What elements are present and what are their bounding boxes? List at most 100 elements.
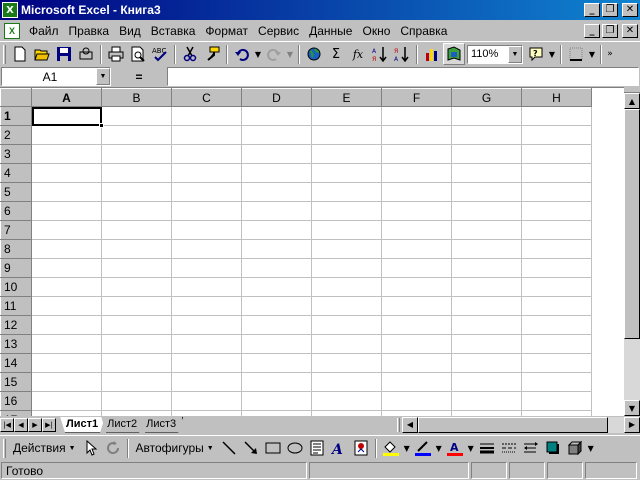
cell-f14[interactable] xyxy=(381,353,452,373)
row-header[interactable]: 10 xyxy=(0,277,32,297)
cell-b4[interactable] xyxy=(101,163,172,183)
workbook-icon[interactable]: X xyxy=(4,22,20,39)
cell-f1[interactable] xyxy=(381,106,452,126)
vertical-scrollbar[interactable]: ▲ ▼ xyxy=(624,87,640,416)
cell-c15[interactable] xyxy=(171,372,242,392)
cell-d16[interactable] xyxy=(241,391,312,411)
cell-f7[interactable] xyxy=(381,220,452,240)
cell-grid[interactable]: ABCDEFGH 1234567891011121314151617 xyxy=(0,88,592,416)
row-header[interactable]: 11 xyxy=(0,296,32,316)
cell-a6[interactable] xyxy=(31,201,102,221)
line-style-icon[interactable] xyxy=(476,437,498,459)
cell-c5[interactable] xyxy=(171,182,242,202)
arrow-icon[interactable] xyxy=(240,437,262,459)
vertical-scroll-thumb[interactable] xyxy=(624,109,640,339)
cell-a15[interactable] xyxy=(31,372,102,392)
cell-a11[interactable] xyxy=(31,296,102,316)
cell-g9[interactable] xyxy=(451,258,522,278)
row-header[interactable]: 12 xyxy=(0,315,32,335)
cell-g4[interactable] xyxy=(451,163,522,183)
font-color-dropdown-icon[interactable]: ▼ xyxy=(466,437,476,459)
oval-icon[interactable] xyxy=(284,437,306,459)
cell-e12[interactable] xyxy=(311,315,382,335)
cell-a3[interactable] xyxy=(31,144,102,164)
cell-e6[interactable] xyxy=(311,201,382,221)
excel-icon[interactable]: X xyxy=(2,2,18,18)
cell-h5[interactable] xyxy=(521,182,592,202)
cell-b6[interactable] xyxy=(101,201,172,221)
column-header-h[interactable]: H xyxy=(521,88,592,107)
menu-view[interactable]: Вид xyxy=(114,22,146,40)
cell-f9[interactable] xyxy=(381,258,452,278)
borders-icon[interactable] xyxy=(565,43,587,65)
chevron-down-icon[interactable]: ▼ xyxy=(96,68,110,85)
scroll-up-icon[interactable]: ▲ xyxy=(624,93,640,109)
cell-e3[interactable] xyxy=(311,144,382,164)
row-header[interactable]: 2 xyxy=(0,125,32,145)
borders-dropdown-icon[interactable]: ▼ xyxy=(587,43,597,65)
horizontal-scroll-thumb[interactable] xyxy=(418,416,608,433)
cell-a8[interactable] xyxy=(31,239,102,259)
toolbar-grip[interactable] xyxy=(3,438,6,458)
row-header[interactable]: 1 xyxy=(0,106,32,126)
first-sheet-icon[interactable]: |◀ xyxy=(0,417,14,432)
scroll-down-icon[interactable]: ▼ xyxy=(624,400,640,416)
cell-h3[interactable] xyxy=(521,144,592,164)
cell-a7[interactable] xyxy=(31,220,102,240)
cell-c11[interactable] xyxy=(171,296,242,316)
menu-window[interactable]: Окно xyxy=(357,22,395,40)
cell-b2[interactable] xyxy=(101,125,172,145)
cell-e1[interactable] xyxy=(311,106,382,126)
scroll-left-icon[interactable]: ◀ xyxy=(402,416,418,433)
cell-f15[interactable] xyxy=(381,372,452,392)
undo-icon[interactable] xyxy=(231,43,253,65)
cell-a4[interactable] xyxy=(31,163,102,183)
rectangle-icon[interactable] xyxy=(262,437,284,459)
new-icon[interactable] xyxy=(9,43,31,65)
cell-h13[interactable] xyxy=(521,334,592,354)
autoshapes-menu-button[interactable]: Автофигуры ▼ xyxy=(132,437,218,459)
formula-input[interactable] xyxy=(167,67,639,86)
menu-data[interactable]: Данные xyxy=(304,22,357,40)
cell-g13[interactable] xyxy=(451,334,522,354)
cell-h6[interactable] xyxy=(521,201,592,221)
print-preview-icon[interactable] xyxy=(127,43,149,65)
spelling-icon[interactable]: ABC xyxy=(149,43,171,65)
cell-g2[interactable] xyxy=(451,125,522,145)
cell-b1[interactable] xyxy=(101,106,172,126)
cell-d13[interactable] xyxy=(241,334,312,354)
cell-f16[interactable] xyxy=(381,391,452,411)
row-header[interactable]: 7 xyxy=(0,220,32,240)
format-painter-icon[interactable] xyxy=(201,43,223,65)
autosum-icon[interactable]: Σ xyxy=(325,43,347,65)
row-header[interactable]: 5 xyxy=(0,182,32,202)
sheet-tab-2[interactable]: Лист2 xyxy=(101,417,144,433)
more-buttons-icon[interactable]: ▼ xyxy=(586,437,596,459)
cell-e13[interactable] xyxy=(311,334,382,354)
doc-close-button[interactable]: ✕ xyxy=(622,23,638,38)
name-box[interactable]: A1 ▼ xyxy=(1,67,111,86)
cell-h2[interactable] xyxy=(521,125,592,145)
cell-b10[interactable] xyxy=(101,277,172,297)
cell-g16[interactable] xyxy=(451,391,522,411)
row-header[interactable]: 3 xyxy=(0,144,32,164)
cell-e4[interactable] xyxy=(311,163,382,183)
cell-b11[interactable] xyxy=(101,296,172,316)
column-header-e[interactable]: E xyxy=(311,88,382,107)
cell-d3[interactable] xyxy=(241,144,312,164)
cell-c13[interactable] xyxy=(171,334,242,354)
row-header[interactable]: 15 xyxy=(0,372,32,392)
actions-menu-button[interactable]: Действия ▼ xyxy=(9,437,80,459)
sheet-tab-3[interactable]: Лист3 xyxy=(140,417,183,433)
cell-d12[interactable] xyxy=(241,315,312,335)
menu-edit[interactable]: Правка xyxy=(64,22,115,40)
cell-d7[interactable] xyxy=(241,220,312,240)
cell-c3[interactable] xyxy=(171,144,242,164)
cell-g6[interactable] xyxy=(451,201,522,221)
cell-d14[interactable] xyxy=(241,353,312,373)
close-button[interactable]: ✕ xyxy=(622,3,638,17)
cell-f5[interactable] xyxy=(381,182,452,202)
tab-split-handle[interactable] xyxy=(397,417,400,432)
cell-d4[interactable] xyxy=(241,163,312,183)
cell-h12[interactable] xyxy=(521,315,592,335)
